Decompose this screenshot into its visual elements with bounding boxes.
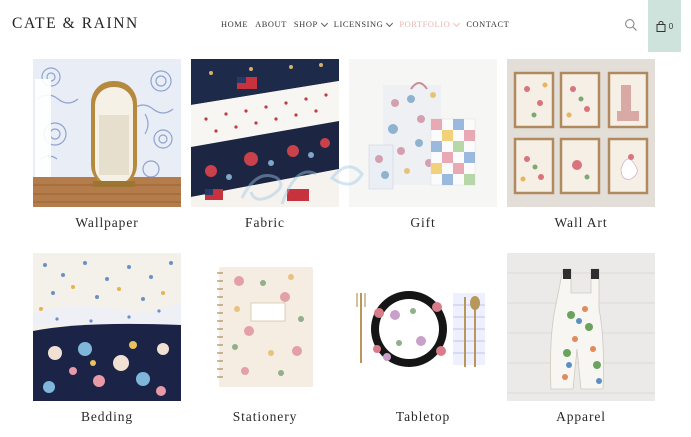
chevron-down-icon xyxy=(320,19,328,27)
nav-shop-label: SHOP xyxy=(293,20,318,29)
category-label-apparel: Apparel xyxy=(556,409,606,424)
nav-licensing[interactable]: LICENSING xyxy=(333,19,394,29)
wall-art-image xyxy=(507,59,655,207)
chevron-down-icon xyxy=(453,19,461,27)
fabric-image xyxy=(191,59,339,207)
cart-button[interactable]: 0 xyxy=(648,0,681,52)
bedding-image xyxy=(33,253,181,401)
nav-contact[interactable]: CONTACT xyxy=(466,20,509,29)
search-icon[interactable] xyxy=(624,18,638,32)
category-label-bedding: Bedding xyxy=(80,409,134,424)
category-label-wallpaper: Wallpaper xyxy=(75,215,139,230)
nav-shop[interactable]: SHOP xyxy=(293,19,328,29)
category-label-wall-art: Wall Art xyxy=(554,215,608,230)
category-label-tabletop: Tabletop xyxy=(395,409,451,424)
gift-image xyxy=(349,59,497,207)
cart-count: 0 xyxy=(668,21,674,31)
category-label-gift: Gift xyxy=(410,215,436,230)
brand-logo[interactable]: CATE & RAINN xyxy=(12,15,139,33)
nav-contact-label: CONTACT xyxy=(466,20,510,29)
nav-portfolio[interactable]: PORTFOLIO xyxy=(399,19,461,29)
nav-about-label: ABOUT xyxy=(255,20,287,29)
tabletop-image xyxy=(349,253,497,401)
wallpaper-image xyxy=(33,59,181,207)
nav-home-label: HOME xyxy=(221,20,249,29)
category-label-stationery: Stationery xyxy=(232,409,298,424)
category-label-fabric: Fabric xyxy=(245,215,285,230)
nav-licensing-label: LICENSING xyxy=(333,20,384,29)
nav-home[interactable]: HOME xyxy=(221,20,248,29)
chevron-down-icon xyxy=(386,19,394,27)
bag-icon xyxy=(656,20,666,32)
nav-portfolio-label: PORTFOLIO xyxy=(399,20,451,29)
stationery-image xyxy=(191,253,339,401)
nav-about[interactable]: ABOUT xyxy=(255,20,287,29)
main-nav: HOME ABOUT SHOP LICENSING PORTFOLIO CONT… xyxy=(221,19,509,29)
apparel-image xyxy=(507,253,655,401)
